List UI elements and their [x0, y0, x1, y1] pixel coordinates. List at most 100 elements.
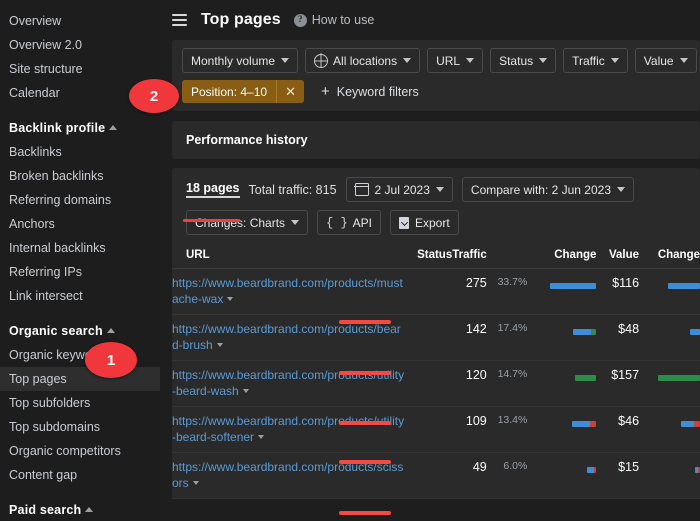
cell-value-change — [639, 268, 700, 315]
column-header-status-1[interactable]: Status — [405, 244, 453, 269]
chevron-down-icon — [610, 58, 619, 63]
compare-with-button[interactable]: Compare with: 2 Jun 2023 — [461, 177, 635, 202]
sidebar-item-label: Internal backlinks — [9, 241, 106, 255]
sidebar-item-label: Referring IPs — [9, 265, 82, 279]
change-bar-segment — [690, 329, 700, 335]
chevron-down-icon — [435, 187, 444, 192]
cell-traffic-change — [527, 314, 597, 361]
filter-button-status[interactable]: Status — [490, 48, 557, 73]
url-link[interactable]: https://www.beardbrand.com/products/bear… — [172, 322, 406, 353]
date-picker-button[interactable]: 2 Jul 2023 — [345, 177, 453, 202]
sidebar-item-overview-2.0[interactable]: Overview 2.0 — [0, 33, 160, 57]
export-button[interactable]: Export — [390, 210, 459, 235]
filters-panel: Monthly volume All locations URL Status Traf… — [172, 40, 700, 111]
changes-charts-button[interactable]: Changes: Charts — [186, 210, 309, 235]
sidebar-item-referring-domains[interactable]: Referring domains — [0, 188, 160, 212]
calendar-icon — [354, 183, 369, 196]
sidebar-item-internal-backlinks[interactable]: Internal backlinks — [0, 236, 160, 260]
change-bar-segment — [572, 421, 591, 427]
column-header-blank-3[interactable] — [486, 244, 528, 269]
cell-value-change — [639, 314, 700, 361]
table-row[interactable]: https://www.beardbrand.com/products/scis… — [172, 452, 700, 499]
change-bar-segment — [668, 283, 700, 289]
column-header-url-0[interactable]: URL — [172, 244, 406, 269]
sidebar-item-top-pages[interactable]: Top pages — [0, 367, 160, 391]
position-filter-chip[interactable]: Position: 4–10 ✕ — [182, 80, 304, 103]
chevron-up-icon — [85, 507, 94, 512]
hamburger-menu-icon[interactable] — [172, 14, 187, 26]
filter-button-label: Status — [499, 53, 534, 68]
url-link[interactable]: https://www.beardbrand.com/products/scis… — [172, 460, 406, 491]
close-icon[interactable]: ✕ — [276, 80, 304, 103]
table-row[interactable]: https://www.beardbrand.com/products/util… — [172, 406, 700, 453]
table-row[interactable]: https://www.beardbrand.com/products/bear… — [172, 314, 700, 361]
sidebar-item-label: Calendar — [9, 86, 60, 100]
sidebar-item-link-intersect[interactable]: Link intersect — [0, 284, 160, 308]
how-to-use-link[interactable]: ? How to use — [293, 13, 374, 27]
table-row[interactable]: https://www.beardbrand.com/products/must… — [172, 268, 700, 315]
sidebar-item-top-subfolders[interactable]: Top subfolders — [0, 391, 160, 415]
filter-button-all-locations[interactable]: All locations — [305, 48, 421, 73]
chevron-down-icon — [403, 58, 412, 63]
chevron-down-icon[interactable] — [192, 480, 199, 485]
sidebar-item-site-structure[interactable]: Site structure — [0, 57, 160, 81]
main-content: Top pages ? How to use Monthly volume All… — [160, 0, 700, 521]
sidebar-item-broken-backlinks[interactable]: Broken backlinks — [0, 164, 160, 188]
column-header-value-5[interactable]: Value — [596, 244, 640, 269]
url-link[interactable]: https://www.beardbrand.com/products/util… — [172, 414, 406, 445]
cell-value-change — [639, 452, 700, 499]
url-link[interactable]: https://www.beardbrand.com/products/must… — [172, 276, 406, 307]
sidebar-group-backlink-profile[interactable]: Backlink profile — [0, 116, 160, 140]
chevron-down-icon[interactable] — [258, 434, 265, 439]
active-filters-row: Position: 4–10 ✕ + Keyword filters — [182, 80, 700, 103]
filter-button-value[interactable]: Value — [634, 48, 697, 73]
toolbar-row-primary: 18 pages Total traffic: 815 2 Jul 2023 C… — [186, 177, 700, 202]
sidebar-item-organic-competitors[interactable]: Organic competitors — [0, 439, 160, 463]
sidebar-item-label: Overview 2.0 — [9, 38, 82, 52]
toolbar-row-secondary: Changes: Charts { } API Export — [186, 210, 700, 235]
app-root: Overview Overview 2.0 Site structure Calend… — [0, 0, 700, 521]
sidebar-item-overview[interactable]: Overview — [0, 9, 160, 33]
filter-button-traffic[interactable]: Traffic — [563, 48, 628, 73]
sidebar-item-backlinks[interactable]: Backlinks — [0, 140, 160, 164]
column-header-change-6[interactable]: Change — [639, 244, 700, 269]
chevron-down-icon[interactable] — [216, 342, 223, 347]
top-pages-table: URL Status Traffic Change Value Change https:… — [172, 244, 700, 499]
annotation-underline — [339, 421, 391, 425]
sidebar-item-content-gap[interactable]: Content gap — [0, 463, 160, 487]
cell-value: $116 — [596, 268, 640, 315]
export-label: Export — [415, 215, 450, 230]
chevron-down-icon[interactable] — [227, 296, 234, 301]
sidebar-group-organic-search[interactable]: Organic search — [0, 319, 160, 343]
chevron-down-icon[interactable] — [242, 388, 249, 393]
download-icon — [399, 216, 409, 229]
change-bar-segment — [587, 467, 595, 473]
filter-button-monthly-volume[interactable]: Monthly volume — [182, 48, 299, 73]
annotation-badge-1: 1 — [85, 342, 137, 378]
sidebar-item-referring-ips[interactable]: Referring IPs — [0, 260, 160, 284]
table-row[interactable]: https://www.beardbrand.com/products/util… — [172, 360, 700, 407]
pages-count[interactable]: 18 pages — [186, 181, 240, 198]
api-button[interactable]: { } API — [317, 210, 381, 235]
column-header-change-4[interactable]: Change — [527, 244, 597, 269]
cell-traffic: 109 — [452, 406, 487, 453]
column-header-traffic-2[interactable]: Traffic — [452, 244, 487, 269]
change-bar — [681, 421, 700, 427]
sidebar-group-label: Backlink profile — [9, 121, 106, 135]
cell-status — [405, 406, 453, 453]
sidebar-group-paid-search[interactable]: Paid search — [0, 498, 160, 521]
cell-status — [405, 452, 453, 499]
change-bar — [668, 283, 700, 289]
sidebar-item-top-subdomains[interactable]: Top subdomains — [0, 415, 160, 439]
sidebar-item-anchors[interactable]: Anchors — [0, 212, 160, 236]
change-bar — [690, 329, 700, 335]
chevron-down-icon — [617, 187, 626, 192]
sidebar-item-label: Broken backlinks — [9, 169, 104, 183]
chevron-down-icon — [539, 58, 548, 63]
page-title: Top pages — [201, 11, 281, 28]
cell-traffic-percent: 33.7% — [486, 268, 528, 315]
change-bar-segment — [590, 421, 597, 427]
keyword-filters-button[interactable]: + Keyword filters — [321, 84, 419, 99]
filter-button-url[interactable]: URL — [427, 48, 484, 73]
cell-value: $46 — [596, 406, 640, 453]
